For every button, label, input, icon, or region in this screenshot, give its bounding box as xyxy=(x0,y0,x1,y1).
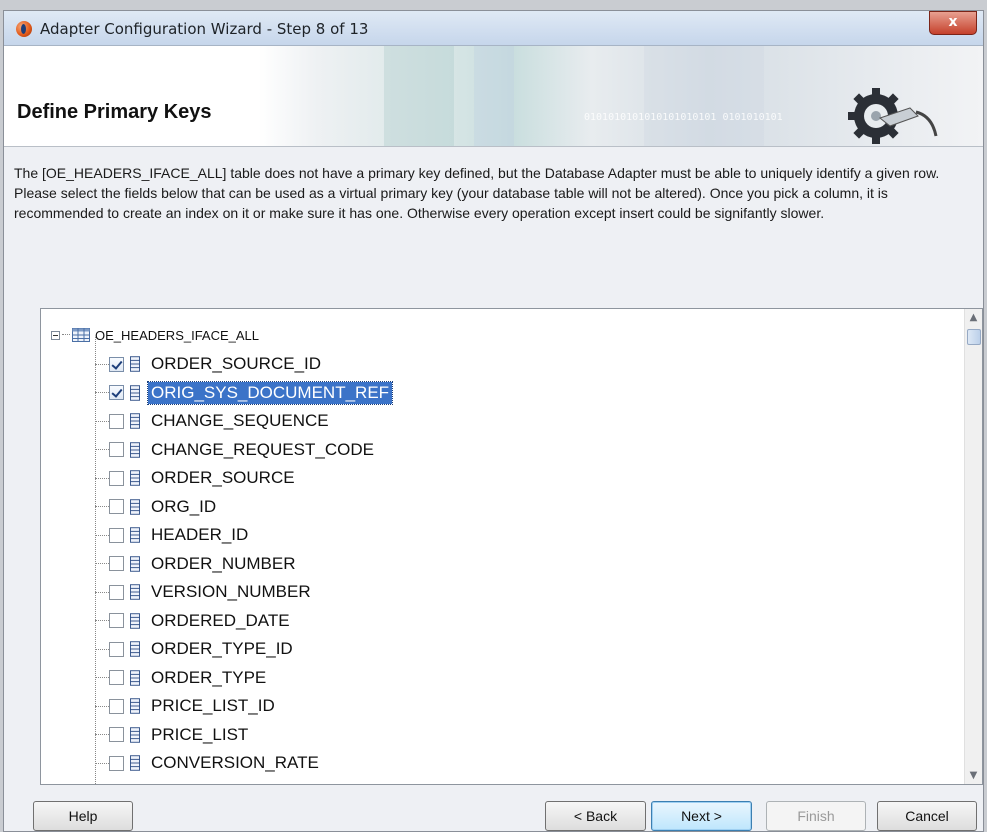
column-icon xyxy=(130,384,140,401)
column-checkbox[interactable] xyxy=(109,698,124,714)
binary-decoration: 0101010101010101010101 0101010101 xyxy=(584,112,783,123)
column-label: ORG_ID xyxy=(151,496,217,516)
tree-column-row[interactable]: ORDER_SOURCE_ID xyxy=(95,351,324,377)
column-icon xyxy=(130,441,140,458)
column-icon xyxy=(130,356,140,372)
help-button[interactable]: Help xyxy=(33,801,133,831)
column-checkbox[interactable] xyxy=(109,584,124,600)
page-title: Define Primary Keys xyxy=(17,101,212,123)
column-icon xyxy=(130,698,140,714)
column-checkbox[interactable] xyxy=(109,527,124,543)
vertical-scrollbar[interactable]: ▲ ▼ xyxy=(964,309,982,784)
column-icon xyxy=(130,498,140,515)
header-banner: Define Primary Keys 01010101010101010101… xyxy=(4,46,983,147)
tree-column-row[interactable]: ORDER_SOURCE xyxy=(95,465,298,491)
column-label: VERSION_NUMBER xyxy=(151,582,311,601)
title-bar[interactable]: Adapter Configuration Wizard - Step 8 of… xyxy=(4,11,983,46)
column-checkbox[interactable] xyxy=(109,499,124,514)
column-checkbox[interactable] xyxy=(109,727,124,742)
scroll-up-icon[interactable]: ▲ xyxy=(965,309,982,326)
tree-column-row[interactable]: ORDER_TYPE_ID xyxy=(95,636,296,662)
tree-column-row[interactable]: ORDER_NUMBER xyxy=(95,551,299,577)
tree-column-row[interactable]: VERSION_NUMBER xyxy=(95,579,314,605)
column-icon xyxy=(130,641,140,657)
wizard-window: Adapter Configuration Wizard - Step 8 of… xyxy=(3,10,984,832)
tree-column-row[interactable]: CHANGE_SEQUENCE xyxy=(95,408,332,434)
column-icon xyxy=(130,669,140,686)
column-icon xyxy=(130,755,140,771)
tree-column-row[interactable]: CONVERSION_RATE xyxy=(95,750,322,776)
gear-plug-icon xyxy=(840,86,940,146)
table-icon xyxy=(72,328,90,342)
column-checkbox[interactable] xyxy=(109,413,124,429)
scroll-down-icon[interactable]: ▼ xyxy=(965,767,982,784)
tree-column-row[interactable]: ORDERED_DATE xyxy=(95,608,293,634)
cancel-button[interactable]: Cancel xyxy=(877,801,977,831)
column-checkbox[interactable] xyxy=(109,556,124,571)
column-checkbox[interactable] xyxy=(109,356,124,372)
column-checkbox[interactable] xyxy=(109,641,124,657)
column-label: ORDER_TYPE xyxy=(151,667,267,687)
column-icon xyxy=(130,555,140,572)
instructions-text: The [OE_HEADERS_IFACE_ALL] table does no… xyxy=(14,165,940,221)
column-label: ORDERED_DATE xyxy=(151,610,290,630)
close-button[interactable]: x xyxy=(929,11,977,35)
back-button[interactable]: < Back xyxy=(545,801,646,831)
tree-column-row[interactable]: PRICE_LIST_ID xyxy=(95,693,278,719)
column-checkbox[interactable] xyxy=(109,613,124,628)
column-checkbox[interactable] xyxy=(109,755,124,771)
collapse-icon[interactable] xyxy=(51,330,60,340)
tree-column-row[interactable]: ORG_ID xyxy=(95,494,219,520)
tree-column-row[interactable]: CHANGE_REQUEST_CODE xyxy=(95,437,377,463)
column-checkbox[interactable] xyxy=(109,670,124,685)
column-icon xyxy=(130,584,140,600)
oracle-app-icon xyxy=(16,21,32,37)
window-title: Adapter Configuration Wizard - Step 8 of… xyxy=(40,20,369,38)
next-button[interactable]: Next > xyxy=(651,801,752,831)
column-label: CONVERSION_RATE xyxy=(151,753,319,772)
column-label: CHANGE_SEQUENCE xyxy=(151,411,329,430)
tree-column-row[interactable]: ORDER_TYPE xyxy=(95,665,269,691)
column-label: PRICE_LIST_ID xyxy=(151,696,275,715)
tree-root[interactable]: OE_HEADERS_IFACE_ALL xyxy=(51,324,259,346)
column-label: ORDER_SOURCE xyxy=(151,468,295,487)
column-icon xyxy=(130,612,140,629)
column-checkbox[interactable] xyxy=(109,470,124,486)
column-icon xyxy=(130,413,140,429)
column-icon xyxy=(130,527,140,543)
column-label: ORIG_SYS_DOCUMENT_REF xyxy=(146,380,394,405)
column-checkbox[interactable] xyxy=(109,442,124,457)
tree-column-row[interactable]: PRICE_LIST xyxy=(95,722,251,748)
table-name: OE_HEADERS_IFACE_ALL xyxy=(95,327,260,343)
column-label: ORDER_SOURCE_ID xyxy=(151,354,322,373)
columns-tree[interactable]: OE_HEADERS_IFACE_ALL ORDER_SOURCE_ID ORIG… xyxy=(40,308,983,785)
column-label: HEADER_ID xyxy=(151,525,249,544)
column-label: ORDER_NUMBER xyxy=(151,553,296,573)
finish-button[interactable]: Finish xyxy=(766,801,866,831)
scroll-thumb[interactable] xyxy=(967,329,981,345)
column-checkbox[interactable] xyxy=(109,385,124,400)
column-icon xyxy=(130,470,140,486)
tree-column-row[interactable]: HEADER_ID xyxy=(95,522,251,548)
column-icon xyxy=(130,726,140,743)
column-label: PRICE_LIST xyxy=(151,724,249,744)
tree-column-row[interactable]: ORIG_SYS_DOCUMENT_REF xyxy=(95,380,394,406)
column-label: CHANGE_REQUEST_CODE xyxy=(151,439,374,459)
column-label: ORDER_TYPE_ID xyxy=(151,639,293,658)
